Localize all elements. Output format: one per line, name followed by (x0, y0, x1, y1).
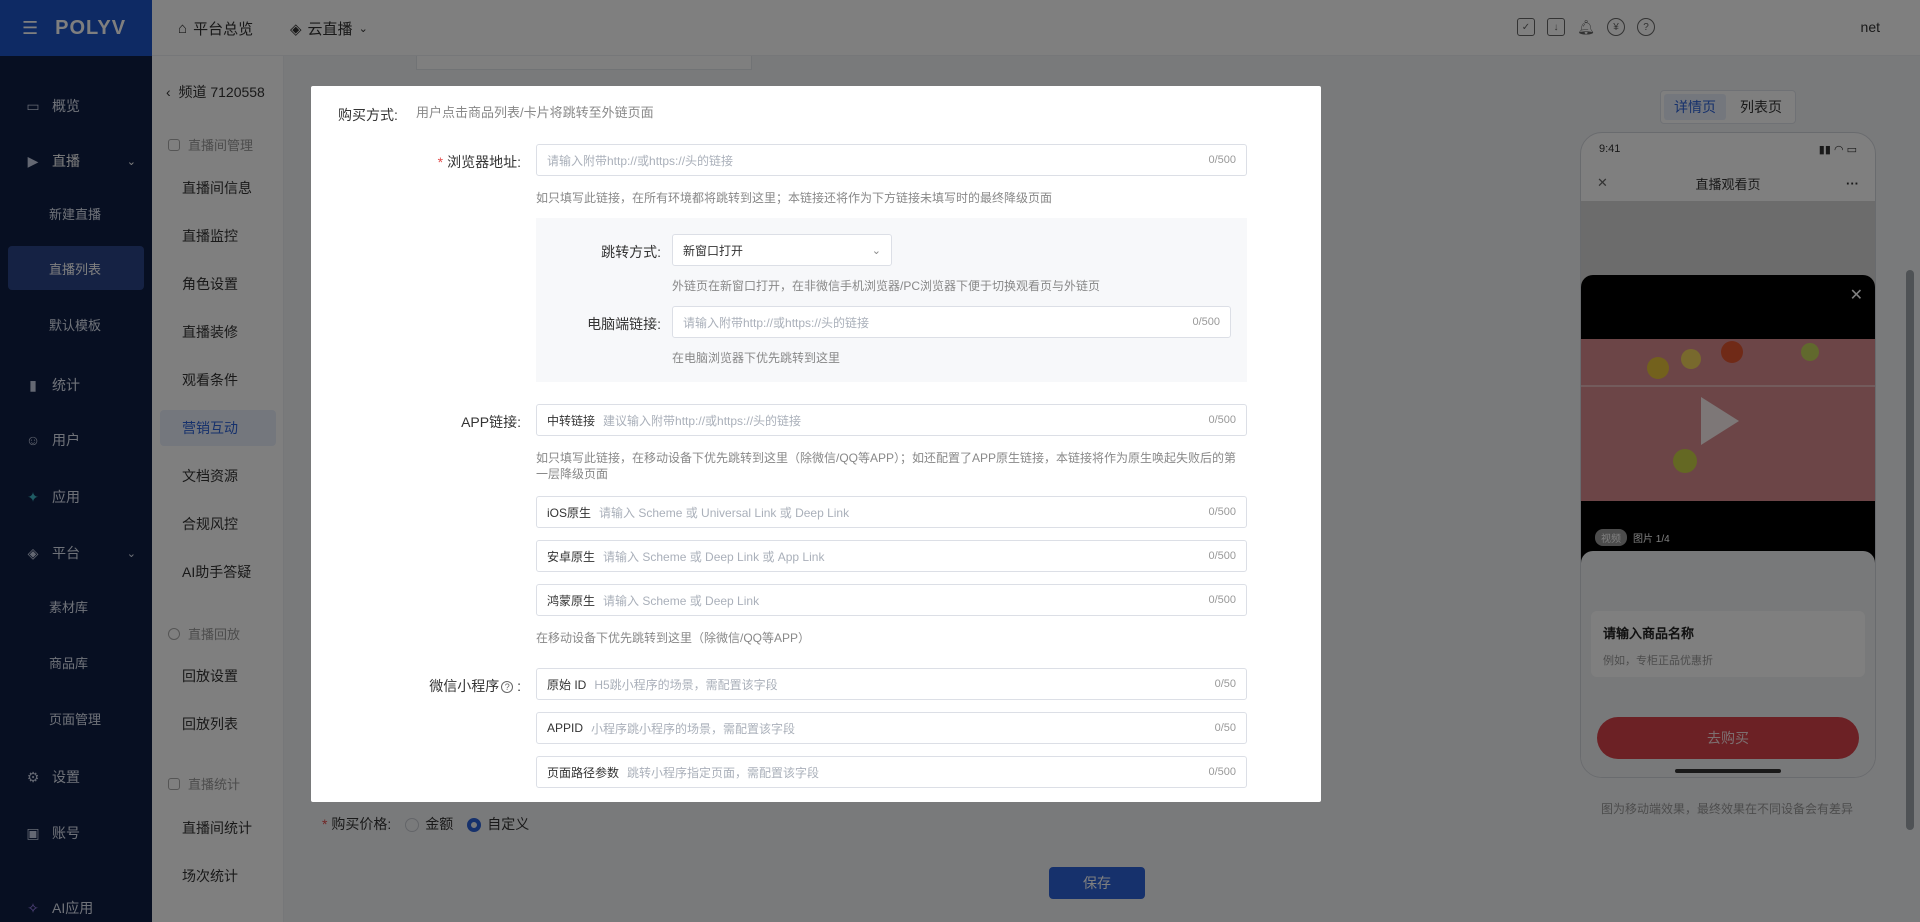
buy-method-label: 购买方式: (338, 107, 398, 123)
pc-link-label: 电脑端链接: (587, 316, 661, 332)
help-circle-icon[interactable]: ? (501, 681, 514, 693)
android-native-input[interactable]: 安卓原生 请输入 Scheme 或 Deep Link 或 App Link 0/5… (536, 540, 1247, 572)
harmony-native-input[interactable]: 鸿蒙原生 请输入 Scheme 或 Deep Link 0/500 (536, 584, 1247, 616)
browser-hint: 如只填写此链接，在所有环境都将跳转到这里；本链接还将作为下方链接未填写时的最终降… (536, 191, 1053, 205)
app-link-hint: 如只填写此链接，在移动设备下优先跳转到这里（除微信/QQ等APP）；如还配置了A… (536, 451, 1237, 481)
jump-mode-select[interactable]: 新窗口打开 ⌄ (672, 234, 892, 266)
ios-native-input[interactable]: iOS原生 请输入 Scheme 或 Universal Link 或 Deep … (536, 496, 1247, 528)
mini-original-id-input[interactable]: 原始 ID H5跳小程序的场景，需配置该字段 0/50 (536, 668, 1247, 700)
pc-link-hint: 在电脑浏览器下优先跳转到这里 (672, 351, 841, 365)
mini-page-path-input[interactable]: 页面路径参数 跳转小程序指定页面，需配置该字段 0/500 (536, 756, 1247, 788)
link-settings-modal: 购买方式: 用户点击商品列表/卡片将跳转至外链页面 * 浏览器地址: 请输入附带h… (311, 86, 1321, 802)
chevron-down-icon: ⌄ (871, 244, 881, 257)
browser-label: * 浏览器地址: (437, 154, 521, 170)
buy-method-desc: 用户点击商品列表/卡片将跳转至外链页面 (416, 105, 654, 120)
app-link-label: APP链接: (461, 414, 521, 430)
mini-appid-input[interactable]: APPID 小程序跳小程序的场景，需配置该字段 0/50 (536, 712, 1247, 744)
jump-mode-hint: 外链页在新窗口打开，在非微信手机浏览器/PC浏览器下便于切换观看页与外链页 (672, 279, 1101, 293)
jump-mode-label: 跳转方式: (601, 244, 661, 260)
mini-program-label: 微信小程序? : (429, 678, 521, 694)
app-relay-link-input[interactable]: 中转链接 建议输入附带http://或https://头的链接 0/500 (536, 404, 1247, 436)
pc-link-input[interactable]: 请输入附带http://或https://头的链接 0/500 (672, 306, 1231, 338)
native-hint: 在移动设备下优先跳转到这里（除微信/QQ等APP） (536, 631, 811, 645)
page-scrollbar[interactable] (1906, 270, 1914, 830)
browser-url-input[interactable]: 请输入附带http://或https://头的链接 0/500 (536, 144, 1247, 176)
